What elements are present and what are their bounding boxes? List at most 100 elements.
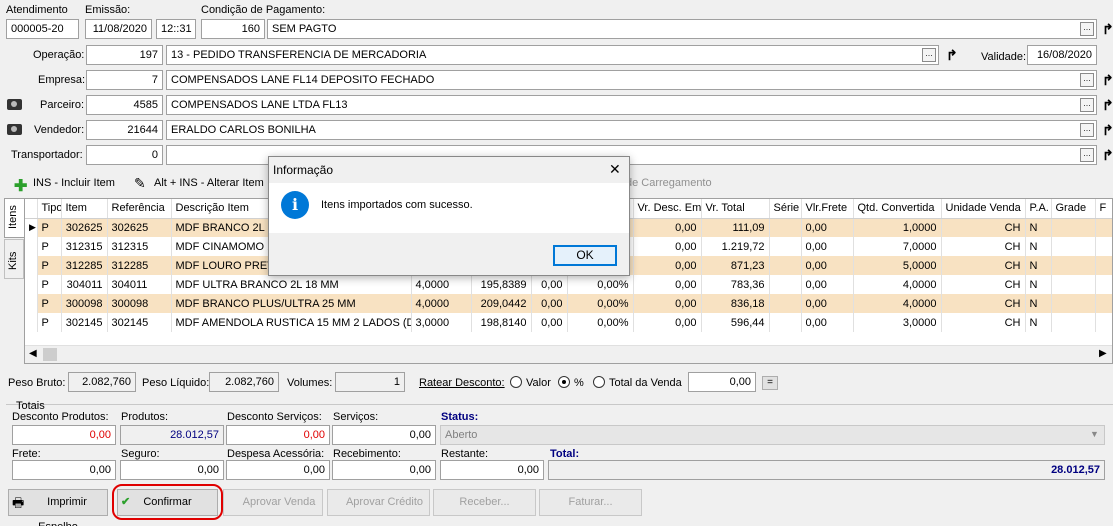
column-header[interactable]: F [1095,199,1112,219]
table-cell: 4,0000 [411,294,472,313]
atendimento-field[interactable]: 000005-20 [6,19,79,39]
tab-kits[interactable]: Kits [4,239,24,279]
table-cell: 3,0000 [411,313,472,332]
radio-valor[interactable] [510,376,522,388]
table-cell: 0,00 [633,313,702,332]
column-header[interactable]: Unidade Venda [941,199,1026,219]
aprovar-venda-button[interactable]: Aprovar Venda [223,489,323,516]
empresa-lookup-button[interactable]: ... [1080,73,1094,87]
table-cell: 1.219,72 [701,237,770,256]
row-indicator [25,237,38,256]
produtos-field: 28.012,57 [120,425,224,445]
empresa-desc-field[interactable]: COMPENSADOS LANE FL14 DEPOSITO FECHADO [166,70,1097,90]
column-header[interactable]: Qtd. Convertida [853,199,942,219]
alterar-item-button[interactable]: Alt + INS - Alterar Item [154,177,264,189]
column-header[interactable]: Vlr.Frete [801,199,854,219]
restante-field[interactable]: 0,00 [440,460,544,480]
table-cell: 596,44 [701,313,770,332]
scroll-thumb[interactable] [43,348,57,361]
column-header[interactable]: P.A. [1025,199,1052,219]
faturar-label: Faturar... [568,496,613,508]
parceiro-desc-field[interactable]: COMPENSADOS LANE LTDA FL13 [166,95,1097,115]
table-cell: 4,0000 [411,275,472,294]
column-header[interactable]: Vr. Total [701,199,770,219]
recebimento-field[interactable]: 0,00 [332,460,436,480]
vendedor-lookup-button[interactable]: ... [1080,123,1094,137]
operacao-code-field[interactable]: 197 [86,45,163,65]
parceiro-code-field[interactable]: 4585 [86,95,163,115]
frete-field[interactable]: 0,00 [12,460,116,480]
condicao-lookup-button[interactable]: ... [1080,22,1094,36]
parceiro-goto-icon[interactable]: ↱ [1102,98,1113,112]
desc-produtos-field[interactable]: 0,00 [12,425,116,445]
aprovar-credito-button[interactable]: Aprovar Crédito [327,489,430,516]
status-select[interactable]: Aberto [440,425,1105,445]
table-row[interactable]: P 302145 302145 MDF AMENDOLA RUSTICA 15 MM … [25,313,1112,332]
scroll-right-icon[interactable]: ▶ [1099,348,1107,359]
receber-button[interactable]: Receber... [433,489,536,516]
table-cell: N [1025,313,1052,332]
condicao-goto-icon[interactable]: ↱ [1102,22,1113,36]
seguro-field[interactable]: 0,00 [120,460,224,480]
column-header[interactable]: Vr. Desc. Em [633,199,702,219]
condicao-code-field[interactable]: 160 [201,19,265,39]
transportador-goto-icon[interactable]: ↱ [1102,148,1113,162]
total-label: Total: [550,448,580,460]
column-header[interactable]: Tipo [37,199,62,219]
operacao-label: Operação: [33,49,85,61]
highlight-circle [112,484,223,520]
empresa-code-field[interactable]: 7 [86,70,163,90]
seguro-label: Seguro: [121,448,160,460]
column-header[interactable]: Série [769,199,802,219]
carregamento-button[interactable]: de Carregamento [626,177,712,189]
tab-itens[interactable]: Itens [4,198,24,238]
vendedor-goto-icon[interactable]: ↱ [1102,123,1113,137]
table-cell [1095,275,1112,294]
desc-servicos-field[interactable]: 0,00 [226,425,330,445]
vendedor-desc-field[interactable]: ERALDO CARLOS BONILHA [166,120,1097,140]
horizontal-scrollbar[interactable]: ◀ ▶ [25,345,1112,363]
table-row[interactable]: P 304011 304011 MDF ULTRA BRANCO 2L 18 MM 4,… [25,275,1112,294]
servicos-field[interactable]: 0,00 [332,425,436,445]
table-cell: 783,36 [701,275,770,294]
column-header[interactable]: Referência [107,199,172,219]
operacao-lookup-button[interactable]: ... [922,48,936,62]
table-cell: 0,00 [801,275,854,294]
transportador-code-field[interactable]: 0 [86,145,163,165]
row-indicator: ▶ [25,218,38,237]
column-header[interactable]: Item [61,199,108,219]
dialog-ok-button[interactable]: OK [553,245,617,266]
ratear-value-field[interactable]: 0,00 [688,372,756,392]
vendedor-camera-icon[interactable] [7,124,22,135]
table-row[interactable]: P 300098 300098 MDF BRANCO PLUS/ULTRA 25 MM… [25,294,1112,313]
condicao-desc-field[interactable]: SEM PAGTO [267,19,1097,39]
emissao-date-field[interactable]: 11/08/2020 [85,19,152,39]
table-cell: 0,00 [801,237,854,256]
vendedor-code-field[interactable]: 21644 [86,120,163,140]
table-cell [1051,256,1096,275]
table-cell: N [1025,237,1052,256]
despesa-field[interactable]: 0,00 [226,460,330,480]
column-header[interactable]: Grade [1051,199,1096,219]
table-cell: 300098 [61,294,108,313]
incluir-item-button[interactable]: INS - Incluir Item [33,177,115,189]
atendimento-label: Atendimento [6,4,68,16]
ratear-apply-button[interactable]: = [762,376,778,390]
dialog-close-button[interactable]: ✕ [609,161,621,178]
empresa-goto-icon[interactable]: ↱ [1102,73,1113,87]
operacao-desc-field[interactable]: 13 - PEDIDO TRANSFERENCIA DE MERCADORIA [166,45,939,65]
operacao-goto-icon[interactable]: ↱ [946,48,958,62]
parceiro-camera-icon[interactable] [7,99,22,110]
radio-total-venda[interactable] [593,376,605,388]
imprimir-espelho-button[interactable]: 🖶 Imprimir Espelho [8,489,108,526]
emissao-time-field[interactable]: 12::31 [156,19,196,39]
row-indicator [25,294,38,313]
faturar-button[interactable]: Faturar... [539,489,642,516]
scroll-left-icon[interactable]: ◀ [29,348,37,359]
parceiro-lookup-button[interactable]: ... [1080,98,1094,112]
radio-percent[interactable] [558,376,570,388]
chevron-down-icon[interactable]: ▼ [1090,429,1099,439]
table-cell: 312315 [107,237,172,256]
transportador-lookup-button[interactable]: ... [1080,148,1094,162]
validade-field[interactable]: 16/08/2020 [1027,45,1097,65]
